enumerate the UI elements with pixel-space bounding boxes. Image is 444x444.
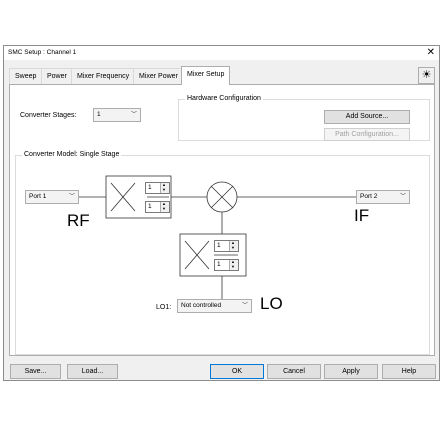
- sun-icon[interactable]: ☀: [418, 67, 435, 84]
- apply-button[interactable]: Apply: [324, 364, 378, 379]
- tab-power[interactable]: Power: [41, 68, 73, 84]
- tab-mixer-frequency[interactable]: Mixer Frequency: [71, 68, 136, 84]
- chevron-down-icon: ﹀: [399, 194, 406, 200]
- rf-multiplier-denominator[interactable]: 1 ▲ ▼: [145, 201, 170, 213]
- save-button[interactable]: Save...: [10, 364, 61, 379]
- spin-down-icon[interactable]: ▼: [231, 265, 235, 269]
- tab-mixer-setup[interactable]: Mixer Setup: [181, 66, 231, 85]
- rf-label: RF: [67, 211, 90, 230]
- mixer-setup-panel: Converter Stages: 1 ﹀ Hardware Configura…: [9, 84, 435, 356]
- load-button[interactable]: Load...: [67, 364, 118, 379]
- cancel-button[interactable]: Cancel: [267, 364, 321, 379]
- lo1-select[interactable]: Not controlled ﹀: [177, 299, 252, 313]
- spin-down-icon[interactable]: ▼: [162, 207, 166, 211]
- tab-mixer-power[interactable]: Mixer Power: [133, 68, 184, 84]
- rf-port-select[interactable]: Port 1 ﹀: [25, 190, 79, 204]
- ok-button[interactable]: OK: [210, 364, 264, 379]
- close-icon[interactable]: ✕: [427, 47, 435, 58]
- lo-multiplier-numerator[interactable]: 1 ▲ ▼: [214, 240, 239, 252]
- lo1-label: LO1:: [156, 304, 172, 311]
- window-title: SMC Setup : Channel 1: [8, 49, 77, 56]
- spin-down-icon[interactable]: ▼: [162, 188, 166, 192]
- tab-sweep[interactable]: Sweep: [9, 68, 43, 84]
- rf-multiplier-numerator[interactable]: 1 ▲ ▼: [145, 182, 170, 194]
- lo-multiplier-denominator[interactable]: 1 ▲ ▼: [214, 259, 239, 271]
- spin-down-icon[interactable]: ▼: [231, 246, 235, 250]
- lo-label: LO: [260, 294, 283, 313]
- help-button[interactable]: Help: [382, 364, 436, 379]
- chevron-down-icon: ﹀: [68, 194, 75, 200]
- spinner-buttons[interactable]: ▲ ▼: [229, 241, 238, 251]
- chevron-down-icon: ﹀: [241, 303, 248, 309]
- if-label: IF: [354, 206, 370, 225]
- spinner-buttons[interactable]: ▲ ▼: [160, 183, 169, 193]
- if-port-select[interactable]: Port 2 ﹀: [356, 190, 410, 204]
- spinner-buttons[interactable]: ▲ ▼: [160, 202, 169, 212]
- smc-setup-dialog: SMC Setup : Channel 1 ✕ Sweep Power Mixe…: [3, 45, 440, 381]
- title-bar: SMC Setup : Channel 1 ✕: [4, 46, 439, 60]
- spinner-buttons[interactable]: ▲ ▼: [229, 260, 238, 270]
